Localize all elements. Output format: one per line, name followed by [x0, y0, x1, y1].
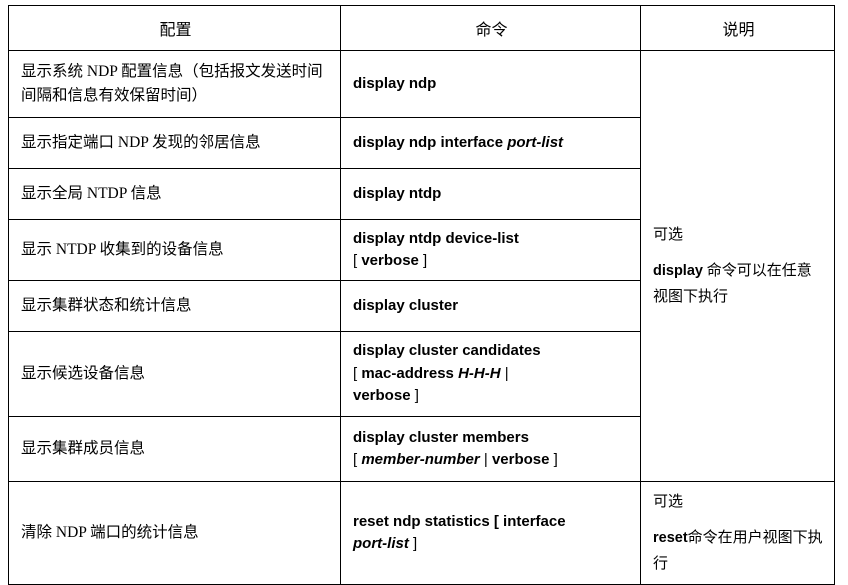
- config-cell: 显示集群成员信息: [8, 416, 341, 482]
- table-header: 配置 命令 说明: [8, 5, 835, 51]
- description-keyword: display: [653, 262, 703, 279]
- description-keyword: reset: [653, 529, 688, 546]
- description-cell: 可选 reset命令在用户视图下执行: [640, 481, 835, 585]
- description-body: display 命令可以在任意视图下执行: [653, 262, 812, 306]
- description-body: reset命令在用户视图下执行: [653, 529, 823, 573]
- command-cell: display ndp interface port-list: [340, 117, 641, 169]
- command-reference-table: 配置 命令 说明 显示系统 NDP 配置信息（包括报文发送时间间隔和信息有效保留…: [8, 5, 835, 585]
- command-cell: display cluster members[ member-number |…: [340, 416, 641, 482]
- description-optional-label: 可选: [653, 493, 684, 510]
- config-cell: 清除 NDP 端口的统计信息: [8, 481, 341, 585]
- config-cell: 显示系统 NDP 配置信息（包括报文发送时间间隔和信息有效保留时间）: [8, 50, 341, 118]
- column-header-description: 说明: [640, 5, 835, 51]
- command-cell: display ntdp: [340, 168, 641, 220]
- command-cell: display ndp: [340, 50, 641, 118]
- column-header-config: 配置: [8, 5, 341, 51]
- description-optional-label: 可选: [653, 226, 684, 243]
- command-reference-table-container: 配置 命令 说明 显示系统 NDP 配置信息（包括报文发送时间间隔和信息有效保留…: [8, 5, 835, 585]
- config-cell: 显示集群状态和统计信息: [8, 280, 341, 332]
- command-cell: display cluster candidates[ mac-address …: [340, 331, 641, 417]
- config-cell: 显示 NTDP 收集到的设备信息: [8, 219, 341, 281]
- description-cell: 可选 display 命令可以在任意视图下执行: [640, 50, 835, 482]
- config-cell: 显示指定端口 NDP 发现的邻居信息: [8, 117, 341, 169]
- table-header-row: 配置 命令 说明: [8, 5, 835, 51]
- command-cell: reset ndp statistics [ interface port-lis…: [340, 481, 641, 585]
- command-cell: display cluster: [340, 280, 641, 332]
- command-cell: display ntdp device-list[ verbose ]: [340, 219, 641, 281]
- config-cell: 显示全局 NTDP 信息: [8, 168, 341, 220]
- table-row: 显示系统 NDP 配置信息（包括报文发送时间间隔和信息有效保留时间） displa…: [8, 50, 835, 482]
- table-body: 显示系统 NDP 配置信息（包括报文发送时间间隔和信息有效保留时间） displa…: [8, 50, 835, 585]
- table-row: 清除 NDP 端口的统计信息 reset ndp statistics [ int…: [8, 481, 835, 585]
- column-header-command: 命令: [340, 5, 641, 51]
- config-cell: 显示候选设备信息: [8, 331, 341, 417]
